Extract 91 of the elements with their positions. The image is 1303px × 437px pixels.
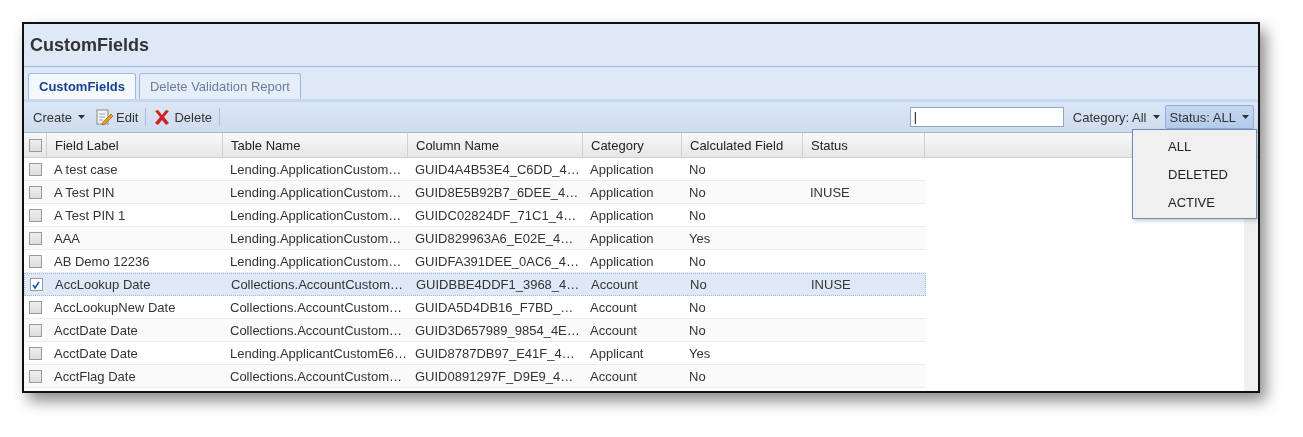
- table-cell: INUSE: [810, 184, 850, 200]
- table-cell: Yes: [689, 230, 711, 246]
- table-cell: AB Demo 12236: [54, 253, 150, 269]
- table-cell: Lending.ApplicationCustom…: [230, 207, 402, 223]
- table-cell: GUID8E5B92B7_6DEE_4…: [415, 184, 579, 200]
- table-cell: GUIDBBE4DDF1_3968_4…: [416, 277, 580, 292]
- table-cell: GUID8787DB97_E41F_4…: [415, 345, 575, 361]
- table-cell: No: [689, 322, 706, 338]
- checkbox[interactable]: [28, 231, 42, 245]
- column-header[interactable]: Field Label: [46, 133, 222, 157]
- table-cell: GUIDA5D4DB16_F7BD_…: [415, 299, 574, 315]
- table-row[interactable]: AAA Lending.ApplicationCustom… GUID829963A6_E02E_4… Application Yes: [24, 227, 926, 250]
- tab[interactable]: CustomFields: [28, 73, 136, 99]
- table-cell: No: [690, 277, 707, 292]
- menu-item[interactable]: DELETED: [1133, 160, 1256, 188]
- table-row[interactable]: AccLookup Date Collections.AccountCustom… GUIDBBE4DDF1_3968_4… Account No INUSE: [24, 273, 926, 296]
- table-cell: Lending.ApplicationCustom…: [230, 230, 402, 246]
- table-cell: No: [689, 161, 706, 177]
- column-header[interactable]: Category: [582, 133, 681, 157]
- table-cell: GUID3D657989_9854_4E…: [415, 322, 580, 338]
- table-cell: Collections.AccountCustom…: [231, 277, 403, 292]
- category-filter[interactable]: Category: All: [1067, 105, 1165, 129]
- table-cell: Account: [590, 299, 637, 315]
- table-cell: A Test PIN 1: [54, 207, 126, 223]
- search-field[interactable]: |: [909, 107, 1064, 127]
- table-cell: Lending.ApplicationCustom…: [230, 184, 402, 200]
- table-row[interactable]: A Test PIN Lending.ApplicationCustom… GUID8E5B92B7_6DEE_4… Application No INUSE: [24, 181, 926, 204]
- table-cell: AcctFlag Date: [54, 368, 136, 384]
- close-icon: [153, 108, 172, 126]
- table-cell: A Test PIN: [54, 184, 115, 200]
- checkbox[interactable]: [28, 254, 42, 268]
- table-cell: GUID0891297F_D9E9_4…: [415, 368, 574, 384]
- table-cell: GUIDFA391DEE_0AC6_4…: [415, 253, 580, 269]
- checkbox[interactable]: [28, 138, 42, 152]
- edit-icon: [95, 108, 114, 126]
- table-cell: AccLookupNew Date: [54, 299, 176, 315]
- caret-icon: [1152, 115, 1160, 119]
- menu-item[interactable]: ALL: [1133, 132, 1256, 160]
- table-cell: Lending.ApplicantCustomE6…: [230, 345, 408, 361]
- table-cell: Account: [591, 277, 638, 292]
- table-cell: INUSE: [811, 277, 851, 292]
- table-row[interactable]: AcctFlag Date Collections.AccountCustom… GUID0891297F_D9E9_4… Account No: [24, 365, 926, 388]
- column-header[interactable]: Status: [802, 133, 924, 157]
- checkbox[interactable]: [28, 185, 42, 199]
- create-button[interactable]: Create: [28, 105, 91, 129]
- table-cell: Application: [590, 184, 654, 200]
- table-cell: Lending.ApplicationCustom…: [230, 161, 402, 177]
- table-cell: Application: [590, 230, 654, 246]
- status-filter[interactable]: Status: ALL: [1164, 105, 1254, 129]
- tab[interactable]: Delete Validation Report: [138, 73, 301, 99]
- checkbox[interactable]: [28, 346, 42, 360]
- checkbox[interactable]: [28, 208, 42, 222]
- table-cell: No: [689, 299, 706, 315]
- table-cell: Collections.AccountCustom…: [230, 368, 402, 384]
- checkbox[interactable]: [28, 300, 42, 314]
- table-cell: Application: [590, 207, 654, 223]
- table-cell: No: [689, 253, 706, 269]
- column-header[interactable]: Table Name: [222, 133, 407, 157]
- caret-icon: [78, 115, 86, 119]
- checkbox[interactable]: [28, 162, 42, 176]
- checkbox[interactable]: [28, 323, 42, 337]
- menu-item[interactable]: ACTIVE: [1133, 188, 1256, 216]
- table-cell: Collections.AccountCustom…: [230, 322, 402, 338]
- table-cell: Account: [590, 322, 637, 338]
- table-cell: Account: [590, 368, 637, 384]
- table-cell: GUID829963A6_E02E_4…: [415, 230, 574, 246]
- table-cell: Application: [590, 161, 654, 177]
- table-cell: No: [689, 207, 706, 223]
- checkbox[interactable]: [29, 278, 43, 291]
- table-cell: No: [689, 184, 706, 200]
- table-cell: AcctDate Date: [54, 345, 138, 361]
- table-cell: GUIDC02824DF_71C1_4…: [415, 207, 577, 223]
- table-cell: A test case: [54, 161, 118, 177]
- table-cell: Collections.AccountCustom…: [230, 299, 402, 315]
- checkbox[interactable]: [28, 369, 42, 383]
- column-header[interactable]: Calculated Field: [681, 133, 802, 157]
- column-header[interactable]: Column Name: [407, 133, 582, 157]
- caret-icon: [1242, 115, 1249, 119]
- table-cell: Application: [590, 253, 654, 269]
- table-cell: AccLookup Date: [55, 277, 151, 292]
- table-cell: GUID4A4B53E4_C6DD_4…: [415, 161, 580, 177]
- table-cell: Yes: [689, 345, 711, 361]
- table-cell: Applicant: [590, 345, 644, 361]
- table-row[interactable]: AcctDate Date Collections.AccountCustom… GUID3D657989_9854_4E… Account No: [24, 319, 926, 342]
- edit-button[interactable]: Edit: [90, 105, 144, 129]
- window-title: CustomFields: [30, 34, 149, 56]
- table-cell: AcctDate Date: [54, 322, 138, 338]
- table-cell: No: [689, 368, 706, 384]
- delete-button[interactable]: Delete: [148, 105, 217, 129]
- table-cell: AAA: [54, 230, 80, 246]
- table-cell: Lending.ApplicationCustom…: [230, 253, 402, 269]
